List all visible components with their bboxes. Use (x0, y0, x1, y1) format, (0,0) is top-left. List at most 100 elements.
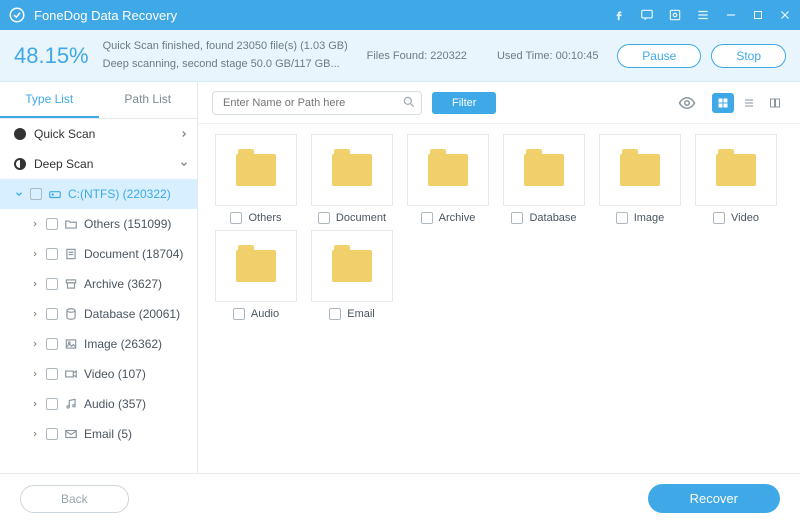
folder-thumb (695, 134, 777, 206)
grid-item-audio[interactable]: Audio (212, 230, 300, 320)
folder-icon (332, 250, 372, 282)
app-logo-icon (8, 6, 26, 24)
tree-cat-archive[interactable]: Archive (3627) (0, 269, 197, 299)
checkbox[interactable] (318, 212, 330, 224)
sidebar: Type List Path List Quick Scan Deep Scan… (0, 82, 198, 473)
checkbox[interactable] (329, 308, 341, 320)
tree-cat-image[interactable]: Image (26362) (0, 329, 197, 359)
tab-type-list[interactable]: Type List (0, 82, 99, 118)
drive-label: C:(NTFS) (220322) (68, 187, 171, 201)
checkbox[interactable] (616, 212, 628, 224)
feedback-icon[interactable] (640, 8, 654, 22)
tree-cat-audio[interactable]: Audio (357) (0, 389, 197, 419)
folder-thumb (215, 134, 297, 206)
scan-percent: 48.15% (14, 43, 89, 69)
tree-cat-video[interactable]: Video (107) (0, 359, 197, 389)
sidebar-tabs: Type List Path List (0, 82, 197, 119)
grid-item-email[interactable]: Email (308, 230, 396, 320)
folder-grid: Others Document Archive Database Image V… (198, 124, 800, 473)
recover-button[interactable]: Recover (648, 484, 780, 513)
document-icon (64, 247, 78, 261)
tree-cat-email[interactable]: Email (5) (0, 419, 197, 449)
view-detail-button[interactable] (764, 93, 786, 113)
titlebar: FoneDog Data Recovery (0, 0, 800, 30)
view-list-button[interactable] (738, 93, 760, 113)
grid-item-others[interactable]: Others (212, 134, 300, 224)
preview-icon[interactable] (678, 94, 696, 112)
tab-path-list[interactable]: Path List (99, 82, 198, 118)
folder-icon (428, 154, 468, 186)
checkbox[interactable] (46, 218, 58, 230)
used-time-label: Used Time: (497, 50, 553, 62)
grid-item-document[interactable]: Document (308, 134, 396, 224)
grid-item-video[interactable]: Video (692, 134, 780, 224)
menu-icon[interactable] (696, 8, 710, 22)
checkbox[interactable] (421, 212, 433, 224)
checkbox[interactable] (46, 248, 58, 260)
tree-cat-database[interactable]: Database (20061) (0, 299, 197, 329)
scan-messages: Quick Scan finished, found 23050 file(s)… (103, 38, 348, 73)
folder-thumb (503, 134, 585, 206)
folder-thumb (215, 230, 297, 302)
checkbox[interactable] (511, 212, 523, 224)
checkbox[interactable] (46, 398, 58, 410)
image-icon (64, 337, 78, 351)
tree-deep-scan[interactable]: Deep Scan (0, 149, 197, 179)
folder-icon (332, 154, 372, 186)
tree-cat-document[interactable]: Document (18704) (0, 239, 197, 269)
tree-quick-scan[interactable]: Quick Scan (0, 119, 197, 149)
database-icon (64, 307, 78, 321)
checkbox[interactable] (46, 428, 58, 440)
checkbox[interactable] (713, 212, 725, 224)
checkbox[interactable] (46, 278, 58, 290)
toolbar: Filter (198, 82, 800, 124)
search-input[interactable] (212, 91, 422, 115)
filter-button[interactable]: Filter (432, 92, 496, 114)
bullet-half-icon (14, 158, 26, 170)
checkbox[interactable] (46, 338, 58, 350)
archive-icon (64, 277, 78, 291)
close-icon[interactable] (778, 8, 792, 22)
maximize-icon[interactable] (752, 9, 764, 21)
folder-icon (620, 154, 660, 186)
settings-icon[interactable] (668, 8, 682, 22)
grid-item-image[interactable]: Image (596, 134, 684, 224)
back-button[interactable]: Back (20, 485, 129, 513)
bullet-full-icon (14, 128, 26, 140)
video-icon (64, 367, 78, 381)
chevron-right-icon (30, 339, 40, 349)
chevron-right-icon (30, 309, 40, 319)
chevron-right-icon (30, 399, 40, 409)
scan-msg-2: Deep scanning, second stage 50.0 GB/117 … (103, 56, 348, 74)
chevron-down-icon (14, 189, 24, 199)
folder-thumb (407, 134, 489, 206)
grid-item-database[interactable]: Database (500, 134, 588, 224)
checkbox[interactable] (30, 188, 42, 200)
checkbox[interactable] (230, 212, 242, 224)
chevron-right-icon (30, 279, 40, 289)
tree: Quick Scan Deep Scan C:(NTFS) (220322) O… (0, 119, 197, 473)
search-icon[interactable] (402, 95, 416, 109)
pause-button[interactable]: Pause (617, 44, 701, 68)
tree-cat-others[interactable]: Others (151099) (0, 209, 197, 239)
checkbox[interactable] (46, 368, 58, 380)
chevron-right-icon (30, 219, 40, 229)
app-title: FoneDog Data Recovery (34, 8, 612, 23)
chevron-right-icon (179, 129, 189, 139)
drive-icon (48, 187, 62, 201)
checkbox[interactable] (46, 308, 58, 320)
chevron-down-icon (179, 159, 189, 169)
tree-drive[interactable]: C:(NTFS) (220322) (0, 179, 197, 209)
stop-button[interactable]: Stop (711, 44, 786, 68)
facebook-icon[interactable] (612, 8, 626, 22)
folder-icon (236, 250, 276, 282)
checkbox[interactable] (233, 308, 245, 320)
minimize-icon[interactable] (724, 8, 738, 22)
email-icon (64, 427, 78, 441)
scan-msg-1: Quick Scan finished, found 23050 file(s)… (103, 38, 348, 56)
folder-icon (524, 154, 564, 186)
view-grid-button[interactable] (712, 93, 734, 113)
grid-item-archive[interactable]: Archive (404, 134, 492, 224)
chevron-right-icon (30, 369, 40, 379)
scan-stats: Files Found: 220322 Used Time: 00:10:45 (362, 50, 603, 62)
